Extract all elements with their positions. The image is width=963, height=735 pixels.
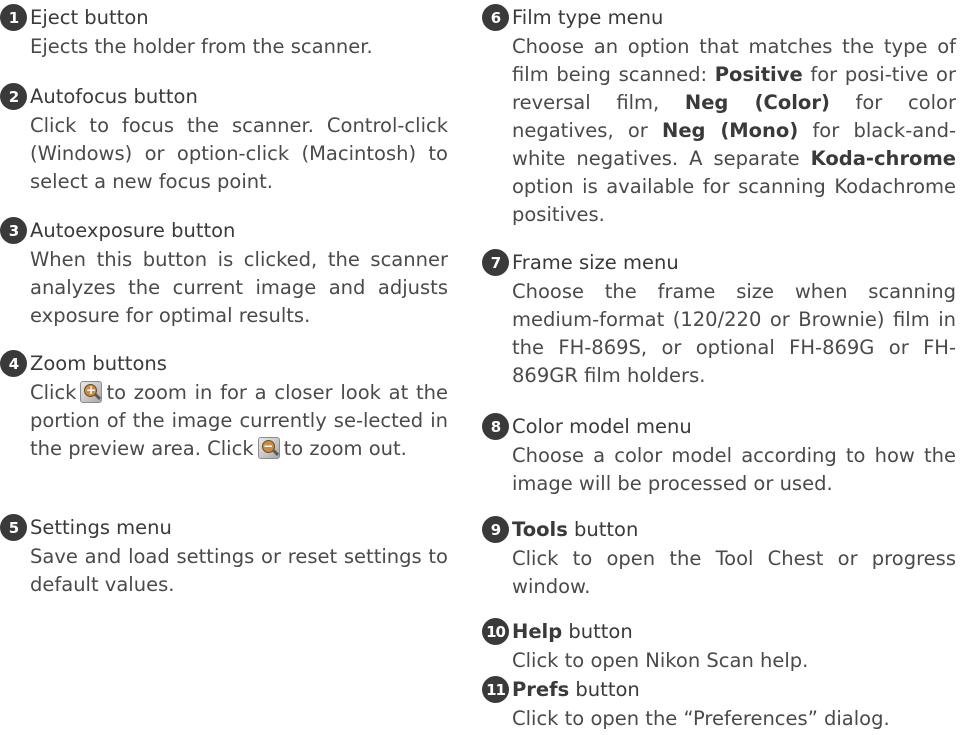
item-description: Choose an option that matches the type o… <box>512 33 956 229</box>
title-bold: Tools <box>512 518 568 541</box>
option-positive: Positive <box>714 63 803 86</box>
item-film-type-menu: 6 Film type menu Choose an option that m… <box>482 3 956 229</box>
number-badge: 10 <box>482 618 509 645</box>
item-title: Zoom buttons <box>30 352 167 375</box>
item-title: Settings menu <box>30 516 172 539</box>
item-description: Click to open Nikon Scan help. <box>512 649 809 672</box>
item-description: Click to open the “Preferences” dialog. <box>512 707 890 730</box>
number-badge: 6 <box>482 4 509 31</box>
item-zoom-buttons: 4 Zoom buttons Click + to zoom in for a cl… <box>0 349 448 463</box>
item-prefs-button: 11 Prefs button Click to open the “Prefe… <box>482 675 956 733</box>
title-bold: Help <box>512 620 563 643</box>
item-title: Frame size menu <box>512 251 679 274</box>
zoom-out-icon: − <box>257 437 280 459</box>
number-badge: 11 <box>482 676 509 703</box>
item-description: Save and load settings or reset settings… <box>30 545 448 596</box>
item-help-button: 10 Help button Click to open Nikon Scan … <box>482 617 956 675</box>
item-description: Click + to zoom in for a closer look at th… <box>30 379 448 463</box>
number-badge: 4 <box>0 350 27 377</box>
item-title: Tools button <box>512 517 638 543</box>
number-badge: 9 <box>482 516 509 543</box>
option-neg-color: Neg (Color) <box>684 91 830 114</box>
description-text: Click <box>30 381 77 404</box>
item-frame-size-menu: 7 Frame size menu Choose the frame size … <box>482 248 956 390</box>
zoom-in-icon: + <box>80 381 103 403</box>
item-description: Choose the frame size when scanning medi… <box>512 280 956 387</box>
item-description: Ejects the holder from the scanner. <box>30 35 373 58</box>
item-description: Click to focus the scanner. Control-clic… <box>30 114 448 193</box>
item-description: Click to open the Tool Chest or progress… <box>512 547 956 598</box>
option-kodachrome: Koda-chrome <box>810 147 956 170</box>
item-description: Choose a color model according to how th… <box>512 444 956 495</box>
number-badge: 2 <box>0 83 27 110</box>
title-rest: button <box>567 518 639 541</box>
number-badge: 8 <box>482 413 509 440</box>
description-text: to zoom out. <box>283 437 407 460</box>
item-title: Help button <box>512 619 633 645</box>
title-bold: Prefs <box>512 678 570 701</box>
item-color-model-menu: 8 Color model menu Choose a color model … <box>482 412 956 498</box>
number-badge: 7 <box>482 249 509 276</box>
number-badge: 5 <box>0 514 27 541</box>
item-eject-button: 1 Eject button Ejects the holder from th… <box>0 3 448 61</box>
item-title: Prefs button <box>512 677 640 703</box>
number-badge: 3 <box>0 217 27 244</box>
option-neg-mono: Neg (Mono) <box>662 119 799 142</box>
item-title: Color model menu <box>512 415 692 438</box>
item-tools-button: 9 Tools button Click to open the Tool Ch… <box>482 515 956 601</box>
item-title: Autofocus button <box>30 85 198 108</box>
item-title: Eject button <box>30 6 149 29</box>
item-title: Film type menu <box>512 6 664 29</box>
item-settings-menu: 5 Settings menu Save and load settings o… <box>0 513 448 599</box>
title-rest: button <box>569 678 640 701</box>
item-title: Autoexposure button <box>30 219 236 242</box>
title-rest: button <box>562 620 633 643</box>
description-text: option is available for scanning Kodachr… <box>512 175 956 226</box>
item-autoexposure-button: 3 Autoexposure button When this button i… <box>0 216 448 330</box>
number-badge: 1 <box>0 4 27 31</box>
item-description: When this button is clicked, the scanner… <box>30 248 448 327</box>
item-autofocus-button: 2 Autofocus button Click to focus the sc… <box>0 82 448 196</box>
